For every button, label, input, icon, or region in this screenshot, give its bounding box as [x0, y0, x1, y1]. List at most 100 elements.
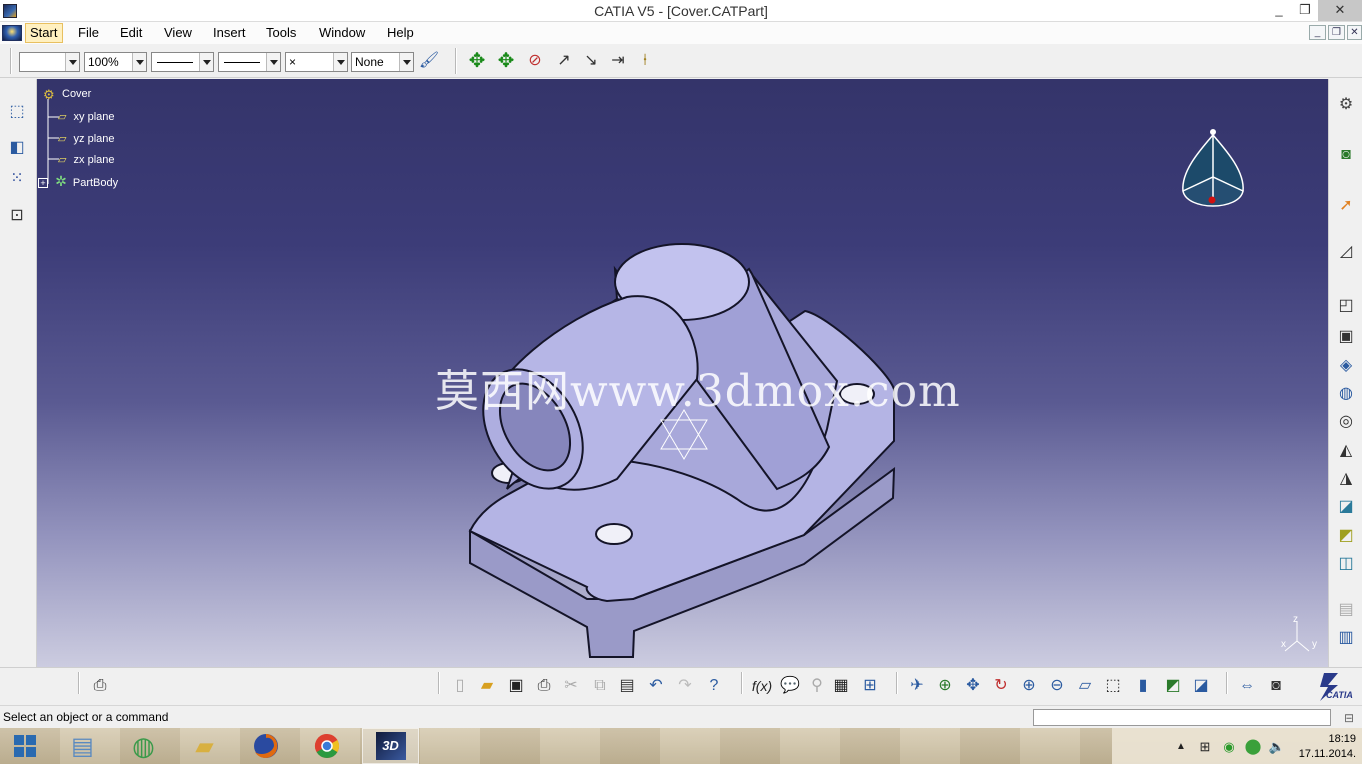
shading-icon[interactable]: ▮	[1132, 675, 1154, 697]
grid-icon[interactable]: ⁙	[6, 168, 28, 190]
tree-item-partbody[interactable]: + ✲ PartBody	[38, 173, 118, 190]
volume-icon[interactable]: 🔈	[1266, 735, 1288, 757]
taskbar-catia[interactable]: 3D	[362, 728, 419, 764]
hide-show-icon[interactable]: ◩	[1162, 675, 1184, 697]
gear-icon[interactable]: ⚙	[1335, 94, 1357, 116]
close-button[interactable]: ✕	[1318, 0, 1362, 21]
fit-all-icon[interactable]: ⊕	[934, 675, 956, 697]
undo-icon[interactable]: ↶	[645, 675, 667, 697]
mdi-minimize-button[interactable]: _	[1309, 25, 1326, 40]
expand-icon[interactable]: +	[38, 178, 48, 188]
painter-icon[interactable]: 🖌	[418, 50, 440, 72]
pad-icon[interactable]: ◰	[1335, 295, 1357, 317]
knowledge-icon[interactable]: ◙	[1335, 144, 1357, 166]
update-icon[interactable]: ⎙	[89, 675, 111, 697]
copy-icon[interactable]: ⧉	[589, 675, 611, 697]
table-icon[interactable]: ▦	[830, 675, 852, 697]
taskbar-chrome[interactable]	[298, 728, 355, 764]
angle-icon[interactable]: ↘	[580, 50, 602, 72]
menu-insert[interactable]: Insert	[213, 25, 246, 40]
linetype-combo[interactable]	[151, 52, 214, 72]
menu-window[interactable]: Window	[319, 25, 365, 40]
tray-expand-icon[interactable]: ▲	[1170, 736, 1192, 758]
part-design-icon[interactable]: ◧	[6, 137, 28, 159]
pan-icon[interactable]: ✥	[962, 675, 984, 697]
command-input[interactable]	[1033, 709, 1331, 726]
command-options-icon[interactable]: ⊟	[1338, 707, 1360, 729]
measure-between-icon[interactable]: ⇔	[1236, 675, 1258, 697]
sketch-icon[interactable]: ⊡	[6, 205, 28, 227]
groove-icon[interactable]: ◍	[1335, 383, 1357, 405]
new-file-icon[interactable]: ▯	[449, 675, 471, 697]
redo-icon[interactable]: ↷	[674, 675, 696, 697]
formula-icon[interactable]: f(x)	[751, 675, 773, 697]
start-logo-icon[interactable]	[2, 25, 22, 41]
chamfer-icon[interactable]: ◩	[1335, 525, 1357, 547]
zoom-out-icon[interactable]: ⊖	[1046, 675, 1068, 697]
swap-space-icon[interactable]: ◪	[1190, 675, 1212, 697]
iso-view-icon[interactable]: ⬚	[1102, 675, 1124, 697]
menu-tools[interactable]: Tools	[266, 25, 296, 40]
comment-icon[interactable]: 💬	[779, 675, 801, 697]
transparency-combo[interactable]: 100%	[84, 52, 147, 72]
save-icon[interactable]: ▣	[505, 675, 527, 697]
point-symbol-combo[interactable]: ×	[285, 52, 348, 72]
tree-item-zx-plane[interactable]: ▱ zx plane	[58, 153, 115, 166]
zoom-in-icon[interactable]: ⊕	[1018, 675, 1040, 697]
normal-view-icon[interactable]: ⏥	[1074, 675, 1096, 697]
maximize-button[interactable]: ❐	[1292, 0, 1318, 21]
link-icon[interactable]: ⚲	[806, 675, 828, 697]
shell-icon[interactable]: ▤	[1335, 599, 1357, 621]
geometry-viewport[interactable]: ⚙ Cover ▱ xy plane ▱ yz plane ▱ zx plane…	[37, 79, 1328, 667]
menu-edit[interactable]: Edit	[120, 25, 142, 40]
taskbar-earth-app[interactable]: ◍	[115, 728, 172, 764]
workbench-icon[interactable]: ⬚	[6, 101, 28, 123]
compass-icon[interactable]	[1182, 129, 1244, 207]
hole-icon[interactable]: ◎	[1335, 411, 1357, 433]
rib-icon[interactable]: ◭	[1335, 440, 1357, 462]
paste-icon[interactable]: ▤	[616, 675, 638, 697]
taskbar-catalog-app[interactable]: ▤	[54, 728, 111, 764]
nvidia-icon[interactable]: ◉	[1218, 735, 1240, 757]
fly-mode-icon[interactable]: ✈	[906, 675, 928, 697]
pocket-icon[interactable]: ▣	[1335, 326, 1357, 348]
move-icon[interactable]: ✥	[466, 50, 488, 72]
print-icon[interactable]: ⎙	[533, 675, 555, 697]
mdi-close-button[interactable]: ✕	[1347, 25, 1362, 40]
measure-icon[interactable]: ↗	[553, 50, 575, 72]
sketcher-icon[interactable]: ◿	[1335, 241, 1357, 263]
rotate-icon[interactable]: ↻	[990, 675, 1012, 697]
taskbar-firefox[interactable]	[237, 728, 294, 764]
minimize-button[interactable]: _	[1266, 0, 1292, 21]
measure-item-icon[interactable]: ◙	[1265, 675, 1287, 697]
dimension-icon[interactable]: ⍿	[634, 50, 656, 72]
menu-view[interactable]: View	[164, 25, 192, 40]
tree-item-yz-plane[interactable]: ▱ yz plane	[58, 132, 115, 145]
mdi-restore-button[interactable]: ❐	[1328, 25, 1345, 40]
fillet-icon[interactable]: ◪	[1335, 496, 1357, 518]
open-folder-icon[interactable]: ▰	[476, 675, 498, 697]
layer-combo[interactable]: None	[351, 52, 414, 72]
shaft-icon[interactable]: ◈	[1335, 355, 1357, 377]
taskbar-file-explorer[interactable]: ▰	[176, 728, 233, 764]
menu-start[interactable]: Start	[25, 23, 64, 43]
menu-help[interactable]: Help	[387, 25, 414, 40]
network-icon[interactable]: ⊞	[1194, 735, 1216, 757]
windows-start-button[interactable]	[0, 728, 50, 764]
thickness-combo[interactable]	[218, 52, 281, 72]
color-combo[interactable]	[19, 52, 80, 72]
update-tray-icon[interactable]: ⬤	[1242, 735, 1264, 757]
select-icon[interactable]: ➚	[1335, 195, 1357, 217]
tree-item-xy-plane[interactable]: ▱ xy plane	[58, 110, 115, 123]
menu-file[interactable]: File	[78, 25, 99, 40]
align-icon[interactable]: ⇥	[607, 50, 629, 72]
snap-icon[interactable]: ⊘	[524, 50, 546, 72]
thickness-icon[interactable]: ▥	[1335, 627, 1357, 649]
tray-clock[interactable]: 18:19 17.11.2014.	[1299, 732, 1356, 762]
tree-root[interactable]: ⚙ Cover	[43, 87, 91, 103]
slot-icon[interactable]: ◮	[1335, 468, 1357, 490]
tree-expand-icon[interactable]: ⊞	[859, 675, 881, 697]
help-cursor-icon[interactable]: ?	[703, 675, 725, 697]
draft-icon[interactable]: ◫	[1335, 553, 1357, 575]
rotate-move-icon[interactable]: ✥	[495, 50, 517, 72]
